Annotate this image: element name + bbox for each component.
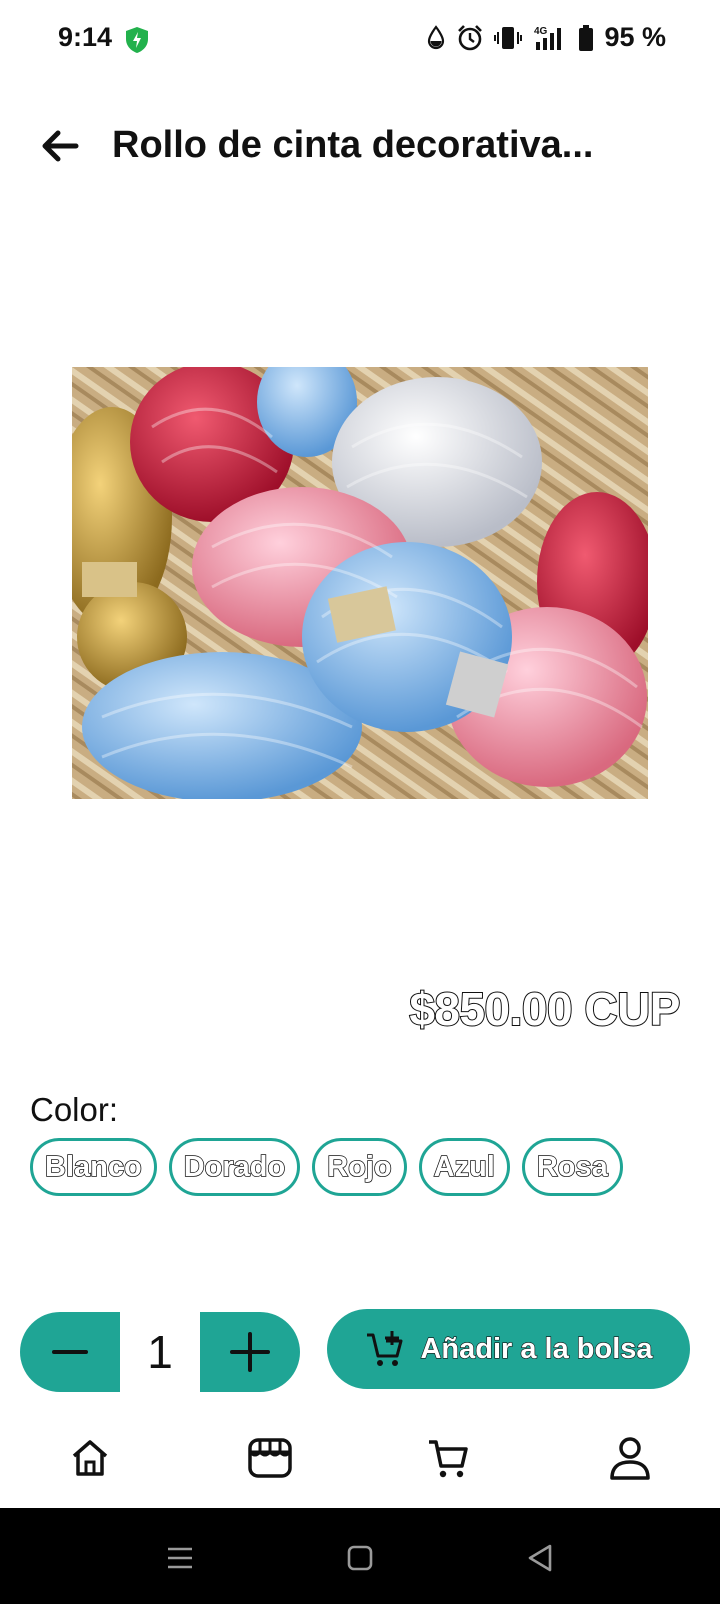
back-button[interactable] [34,120,86,172]
add-to-bag-button[interactable]: Añadir a la bolsa [327,1309,690,1389]
color-chip-blanco[interactable]: Blanco [30,1138,157,1196]
system-home-button[interactable] [338,1536,382,1580]
color-label: Color: [30,1091,119,1128]
water-drop-icon [428,24,445,49]
network-label: 4G [534,26,548,37]
vibrate-icon [494,26,523,49]
nav-cart[interactable] [418,1430,478,1486]
ribbon-rolls-photo [72,367,648,799]
app-header: Rollo de cinta decorativa... [0,100,720,190]
nav-home[interactable] [60,1430,120,1486]
menu-icon [168,1547,192,1569]
minus-icon [52,1350,88,1354]
home-square-icon [347,1545,373,1571]
system-menu-button[interactable] [158,1536,202,1580]
home-icon [72,1440,108,1476]
status-icons: 4G 95 % [426,22,666,53]
signal-4g-icon: 4G [534,26,562,50]
system-back-button[interactable] [518,1536,562,1580]
battery-icon [579,24,594,51]
system-navigation-bar [0,1508,720,1604]
quantity-increase-button[interactable] [200,1312,300,1392]
product-image[interactable] [72,367,648,799]
profile-icon [610,1437,650,1480]
nav-profile[interactable] [600,1430,660,1486]
color-chip-azul[interactable]: Azul [418,1138,510,1196]
color-options: Blanco Dorado Rojo Azul Rosa [30,1138,623,1196]
cart-add-icon [367,1331,403,1366]
store-icon [248,1438,292,1478]
bottom-navigation [0,1408,720,1508]
back-triangle-icon [528,1544,552,1572]
page-title: Rollo de cinta decorativa... [112,124,594,166]
color-chip-dorado[interactable]: Dorado [168,1138,301,1196]
add-to-bag-label: Añadir a la bolsa [420,1332,653,1365]
plus-icon [230,1332,270,1372]
quantity-decrease-button[interactable] [20,1312,120,1392]
product-price: $850.00 CUP [408,982,681,1036]
battery-percent: 95 % [604,22,666,52]
alarm-icon [458,24,483,50]
quantity-value: 1 [147,1326,173,1378]
color-chip-rojo[interactable]: Rojo [312,1138,407,1196]
color-chip-rosa[interactable]: Rosa [521,1138,623,1196]
cart-icon [429,1440,468,1478]
status-time: 9:14 [58,22,113,52]
status-bar: 9:14 4G 95 % [0,0,720,80]
nav-store[interactable] [240,1430,300,1486]
arrow-left-icon [42,130,79,162]
shield-icon [126,27,148,53]
